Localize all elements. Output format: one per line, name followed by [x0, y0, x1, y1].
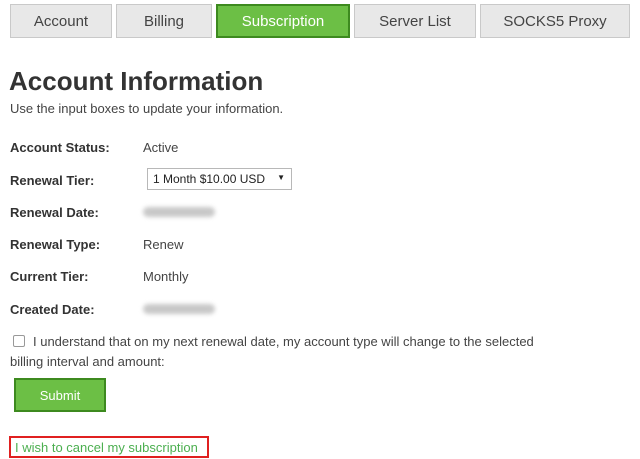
cancel-subscription-link[interactable]: I wish to cancel my subscription [9, 436, 209, 458]
renewal-tier-select[interactable]: 1 Month $10.00 USD ▼ [147, 168, 292, 190]
tab-server-list[interactable]: Server List [354, 4, 476, 38]
tab-socks5-proxy[interactable]: SOCKS5 Proxy [480, 4, 630, 38]
agreement-text: I understand that on my next renewal dat… [10, 334, 534, 369]
current-tier-value: Monthly [143, 269, 189, 284]
agreement-checkbox[interactable] [13, 335, 25, 347]
tab-bar: Account Billing Subscription Server List… [10, 4, 630, 38]
page-title: Account Information [9, 66, 264, 96]
renewal-type-value: Renew [143, 237, 184, 252]
account-status-value: Active [143, 140, 179, 155]
renewal-date-row: Renewal Date: [10, 205, 610, 225]
created-date-obscured-value [143, 304, 215, 314]
created-date-label: Created Date: [10, 302, 95, 317]
tab-subscription[interactable]: Subscription [216, 4, 350, 38]
triangle-down-icon: ▼ [277, 173, 285, 182]
renewal-tier-row: Renewal Tier: 1 Month $10.00 USD ▼ [10, 168, 610, 193]
renewal-tier-label: Renewal Tier: [10, 173, 95, 188]
tab-account[interactable]: Account [10, 4, 112, 38]
renewal-agreement: I understand that on my next renewal dat… [10, 332, 570, 372]
renewal-tier-selected-value: 1 Month $10.00 USD [153, 172, 266, 186]
submit-button[interactable]: Submit [14, 378, 106, 412]
page-subtitle: Use the input boxes to update your infor… [10, 101, 284, 116]
tab-billing[interactable]: Billing [116, 4, 212, 38]
renewal-date-label: Renewal Date: [10, 205, 99, 220]
current-tier-row: Current Tier: Monthly [10, 269, 610, 289]
renewal-type-row: Renewal Type: Renew [10, 237, 610, 257]
renewal-date-obscured-value [143, 207, 215, 217]
current-tier-label: Current Tier: [10, 269, 89, 284]
renewal-type-label: Renewal Type: [10, 237, 101, 252]
account-status-row: Account Status: Active [10, 140, 610, 160]
created-date-row: Created Date: [10, 302, 610, 322]
account-status-label: Account Status: [10, 140, 110, 155]
